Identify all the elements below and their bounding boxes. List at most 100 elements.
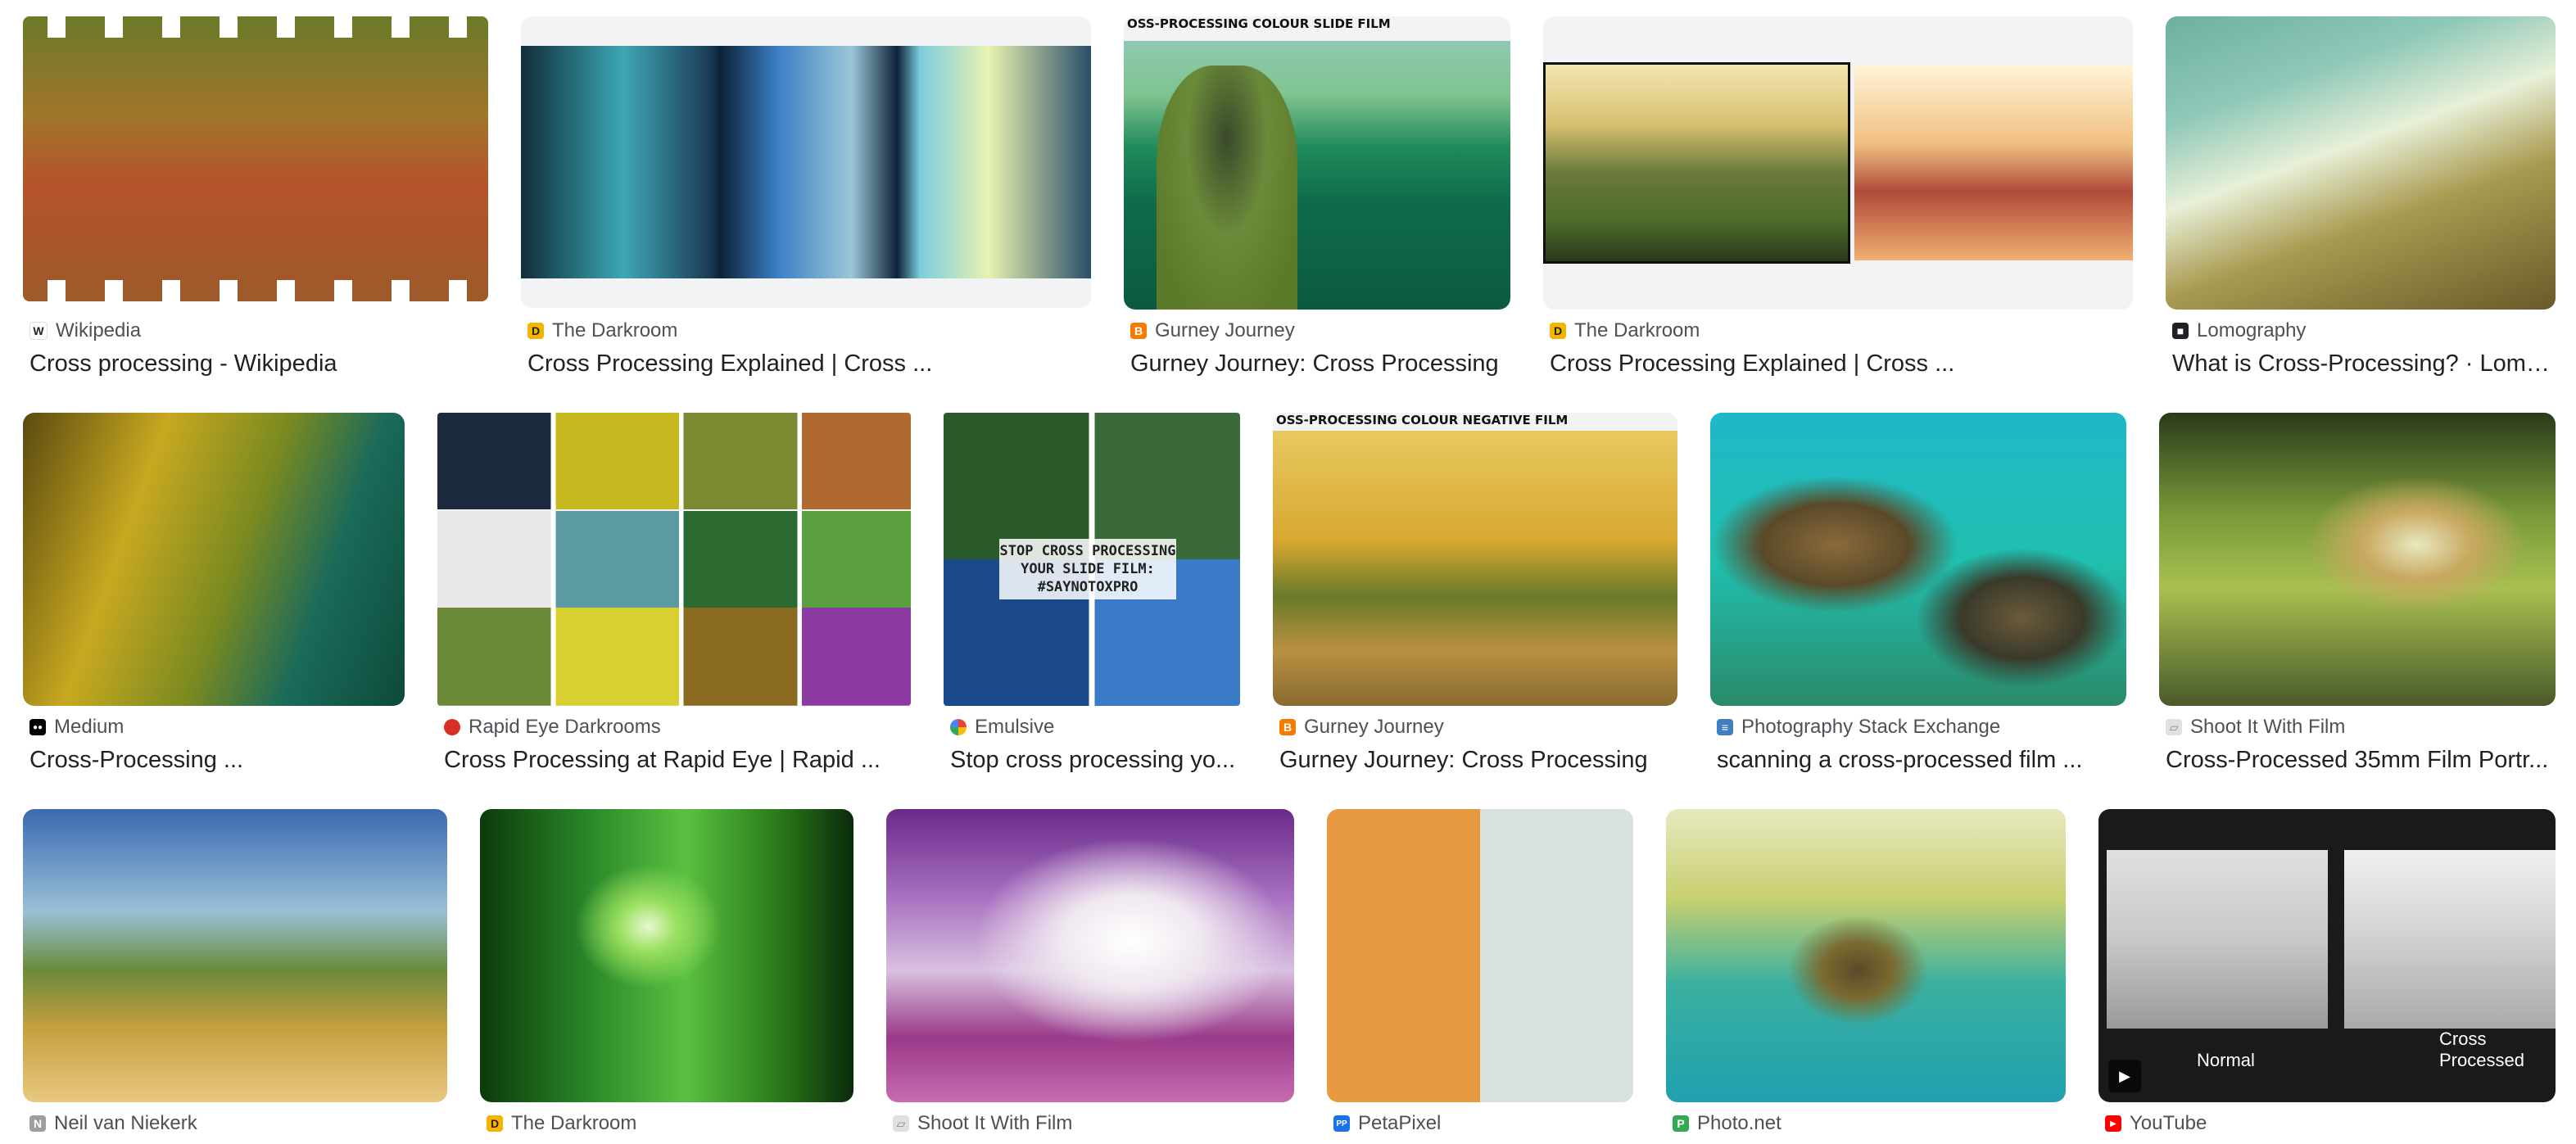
image-result[interactable]: W Wikipedia Cross processing - Wikipedia <box>23 16 488 385</box>
medium-icon: ●● <box>29 719 46 735</box>
result-title[interactable]: Gurney Journey: Cross Processing <box>1130 350 1510 378</box>
result-title[interactable]: Gurney Journey: Cross Processing <box>1279 747 1677 774</box>
result-source[interactable]: ▶ YouTube <box>2105 1112 2207 1135</box>
youtube-icon: ▶ <box>2105 1115 2121 1132</box>
image-result[interactable]: D The Darkroom <box>480 809 853 1144</box>
blogger-icon: B <box>1279 719 1296 735</box>
image-result[interactable]: ▱ Shoot It With Film Cross-Processed 35m… <box>2159 413 2556 781</box>
result-title[interactable]: Cross-Processing ... <box>29 747 405 774</box>
result-title[interactable]: Cross-Processed 35mm Film Portr... <box>2166 747 2556 774</box>
source-name: The Darkroom <box>552 319 678 341</box>
thumbnail-image <box>1666 809 2066 1102</box>
source-name: Gurney Journey <box>1304 716 1444 738</box>
result-source[interactable]: D The Darkroom <box>1550 319 1700 342</box>
stack-exchange-icon: ≡ <box>1717 719 1733 735</box>
shoot-it-with-film-icon: ▱ <box>893 1115 909 1132</box>
video-caption-left: Normal <box>2197 1050 2255 1070</box>
thumbnail-image <box>886 809 1294 1102</box>
photo-net-icon: P <box>1673 1115 1689 1132</box>
result-thumbnail[interactable] <box>437 413 911 706</box>
result-title[interactable]: scanning a cross-processed film ... <box>1717 747 2126 774</box>
result-thumbnail[interactable] <box>1710 413 2126 706</box>
result-thumbnail[interactable] <box>886 809 1294 1102</box>
result-source[interactable]: P Photo.net <box>1673 1112 1781 1135</box>
result-thumbnail[interactable] <box>521 16 1091 308</box>
result-thumbnail[interactable] <box>23 809 447 1102</box>
image-result[interactable]: ▱ Shoot It With Film <box>886 809 1294 1144</box>
image-result[interactable]: N Neil van Niekerk <box>23 809 447 1144</box>
result-title[interactable]: Stop cross processing yo... <box>950 747 1240 774</box>
result-source[interactable]: D The Darkroom <box>487 1112 636 1135</box>
thumbnail-image <box>1543 62 1850 264</box>
result-title[interactable]: Cross processing - Wikipedia <box>29 350 488 378</box>
thumbnail-image <box>437 413 911 706</box>
video-caption-right: Cross Processed <box>2439 1029 2524 1070</box>
image-result[interactable]: OSS-PROCESSING COLOUR NEGATIVE FILM B Gu… <box>1273 413 1677 781</box>
film-sprockets <box>23 16 488 301</box>
source-name: Photo.net <box>1697 1112 1781 1134</box>
result-thumbnail[interactable]: OSS-PROCESSING COLOUR SLIDE FILM <box>1124 16 1510 310</box>
result-thumbnail[interactable] <box>2159 413 2556 706</box>
source-name: Photography Stack Exchange <box>1741 716 2001 738</box>
result-source[interactable]: ■ Lomography <box>2172 319 2306 342</box>
result-source[interactable]: N Neil van Niekerk <box>29 1112 197 1135</box>
result-source[interactable]: B Gurney Journey <box>1130 319 1295 342</box>
thumbnail-image <box>2107 850 2328 1029</box>
result-thumbnail[interactable]: STOP CROSS PROCESSING YOUR SLIDE FILM: #… <box>944 413 1240 706</box>
result-thumbnail[interactable] <box>1327 809 1633 1102</box>
result-source[interactable]: Rapid Eye Darkrooms <box>444 716 661 739</box>
image-result[interactable]: PP PetaPixel <box>1327 809 1633 1144</box>
source-name: Lomography <box>2197 319 2307 341</box>
source-name: Shoot It With Film <box>917 1112 1073 1134</box>
thumbnail-image <box>1710 413 2126 706</box>
result-thumbnail[interactable] <box>23 413 405 706</box>
image-result[interactable]: ≡ Photography Stack Exchange scanning a … <box>1710 413 2126 781</box>
source-name: Medium <box>54 716 124 738</box>
result-source[interactable]: D The Darkroom <box>527 319 677 342</box>
petapixel-icon: PP <box>1333 1115 1350 1132</box>
result-source[interactable]: Emulsive <box>950 716 1054 739</box>
emulsive-icon <box>950 719 967 735</box>
result-source[interactable]: B Gurney Journey <box>1279 716 1444 739</box>
result-source[interactable]: ●● Medium <box>29 716 124 739</box>
image-result[interactable]: Rapid Eye Darkrooms Cross Processing at … <box>437 413 911 781</box>
source-name: Neil van Niekerk <box>54 1112 197 1134</box>
result-source[interactable]: ▱ Shoot It With Film <box>2166 716 2345 739</box>
result-thumbnail[interactable] <box>480 809 853 1102</box>
source-name: Shoot It With Film <box>2190 716 2346 738</box>
source-name: PetaPixel <box>1358 1112 1442 1134</box>
source-name: Emulsive <box>975 716 1055 738</box>
rapid-eye-icon <box>444 719 460 735</box>
result-source[interactable]: ≡ Photography Stack Exchange <box>1717 716 2000 739</box>
wikipedia-icon: W <box>29 322 48 340</box>
image-result[interactable]: STOP CROSS PROCESSING YOUR SLIDE FILM: #… <box>944 413 1240 781</box>
result-thumbnail[interactable]: Normal Cross Processed ▶ <box>2098 809 2556 1102</box>
result-thumbnail[interactable] <box>2166 16 2556 310</box>
image-result[interactable]: D The Darkroom Cross Processing Explaine… <box>521 16 1091 385</box>
image-result[interactable]: ●● Medium Cross-Processing ... <box>23 413 405 781</box>
image-result[interactable]: OSS-PROCESSING COLOUR SLIDE FILM B Gurne… <box>1124 16 1510 385</box>
result-thumbnail[interactable] <box>1666 809 2066 1102</box>
image-result[interactable]: Normal Cross Processed ▶ ▶ YouTube <box>2098 809 2556 1144</box>
result-title[interactable]: What is Cross-Processing? · Lomo... <box>2172 350 2556 378</box>
result-title[interactable]: Cross Processing at Rapid Eye | Rapid ..… <box>444 747 911 774</box>
thumbnail-image <box>2159 413 2556 706</box>
result-thumbnail[interactable] <box>23 16 488 301</box>
result-source[interactable]: ▱ Shoot It With Film <box>893 1112 1072 1135</box>
image-result[interactable]: D The Darkroom Cross Processing Explaine… <box>1543 16 2133 385</box>
result-thumbnail[interactable]: OSS-PROCESSING COLOUR NEGATIVE FILM <box>1273 413 1677 706</box>
darkroom-icon: D <box>527 323 544 339</box>
image-result[interactable]: ■ Lomography What is Cross-Processing? ·… <box>2166 16 2556 385</box>
result-source[interactable]: W Wikipedia <box>29 319 141 342</box>
lomography-icon: ■ <box>2172 323 2189 339</box>
source-name: The Darkroom <box>511 1112 637 1134</box>
result-thumbnail[interactable] <box>1543 16 2133 310</box>
thumbnail-image <box>23 413 405 706</box>
result-title[interactable]: Cross Processing Explained | Cross ... <box>527 350 1091 378</box>
image-result[interactable]: P Photo.net <box>1666 809 2066 1144</box>
result-title[interactable]: Cross Processing Explained | Cross ... <box>1550 350 2133 378</box>
source-name: The Darkroom <box>1574 319 1700 341</box>
thumbnail-image <box>521 46 1091 278</box>
result-source[interactable]: PP PetaPixel <box>1333 1112 1441 1135</box>
play-icon[interactable]: ▶ <box>2108 1060 2141 1092</box>
